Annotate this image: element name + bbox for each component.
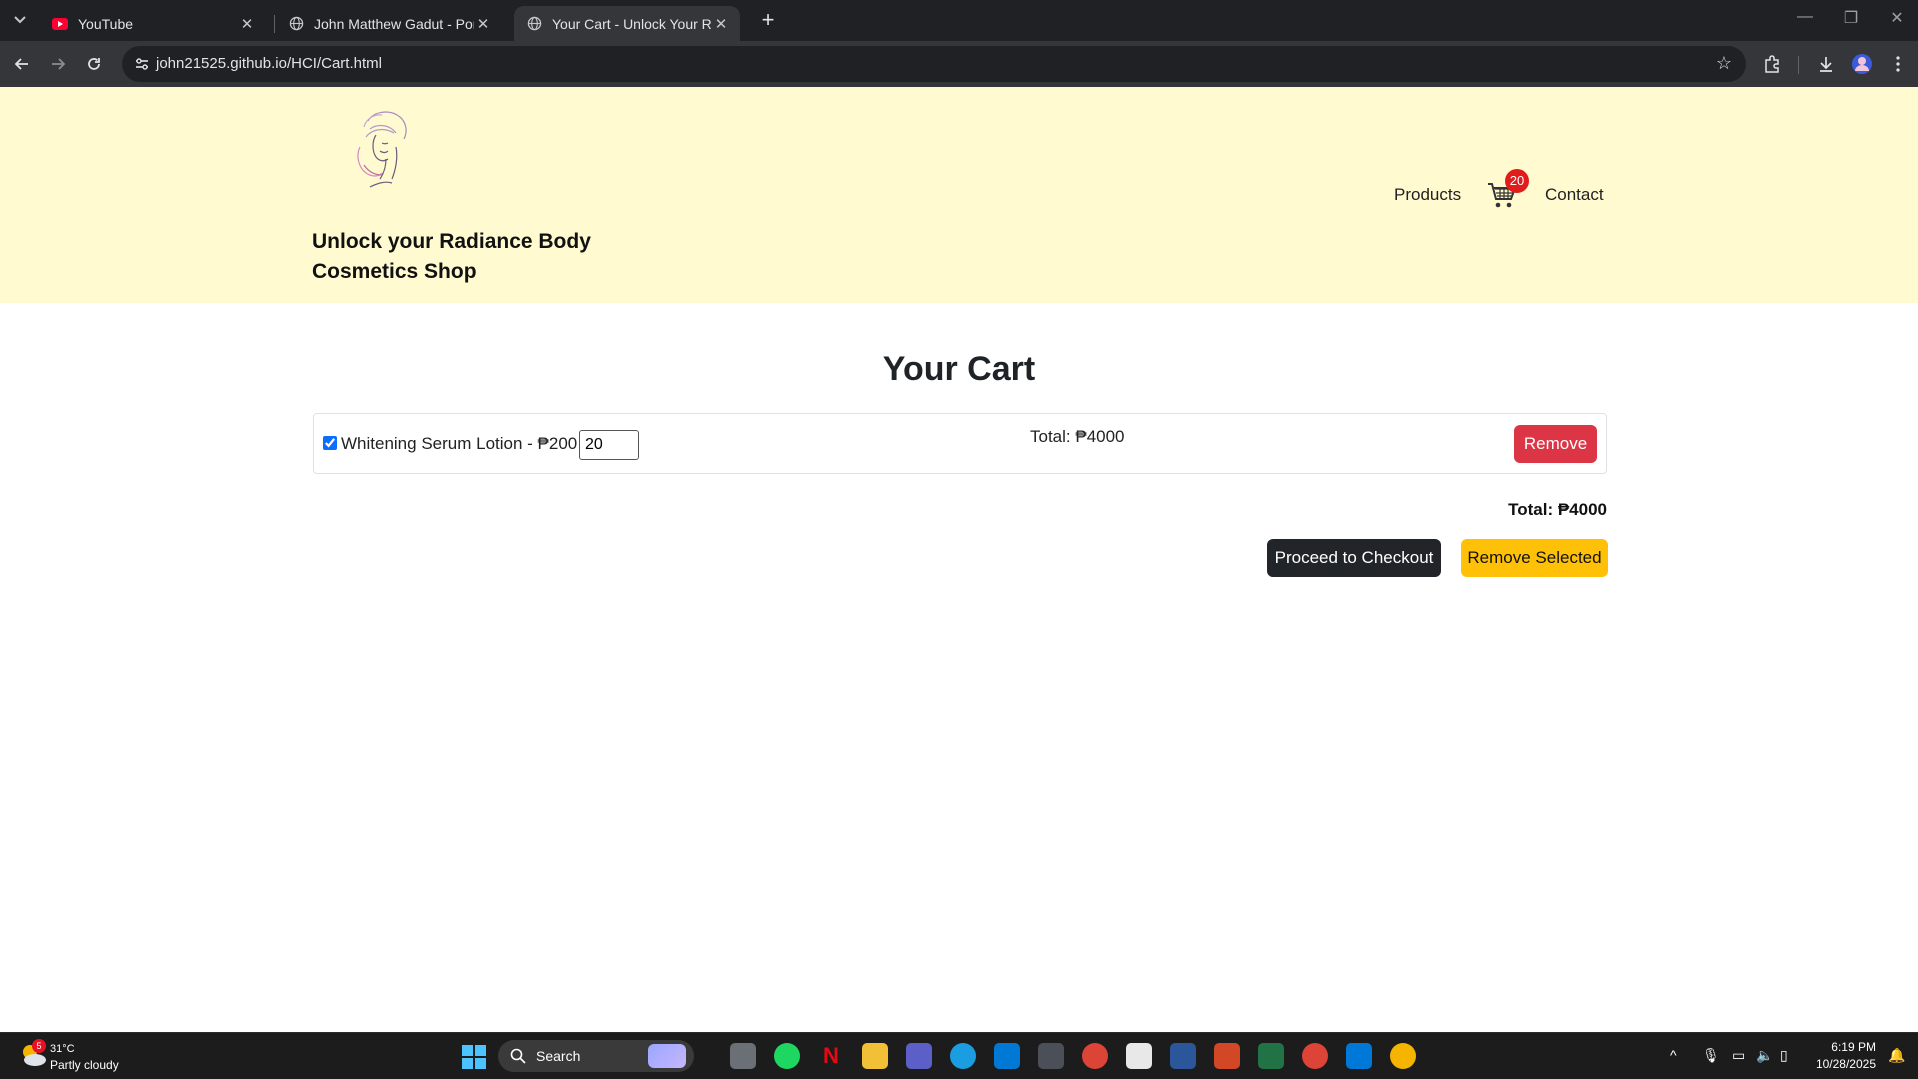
tab-title: YouTube [78,15,134,32]
spotify-icon[interactable] [774,1043,800,1069]
menu-kebab-icon[interactable] [1886,52,1910,76]
download-icon[interactable] [1814,52,1838,76]
item-total: Total: ₱4000 [1030,427,1125,446]
tab-title: John Matthew Gadut - Portfolio [314,15,474,32]
unity-hub-icon[interactable] [1038,1043,1064,1069]
close-icon[interactable]: ✕ [474,15,492,33]
url-text: john21525.github.io/HCI/Cart.html [156,55,382,72]
vscode-icon[interactable] [1346,1043,1372,1069]
tab-search-button[interactable] [8,8,32,32]
page-title: Your Cart [882,350,1036,388]
proceed-to-checkout-button[interactable]: Proceed to Checkout [1267,539,1441,577]
brand-name-line1: Unlock your Radiance Body [312,230,591,253]
chrome-alt-icon[interactable] [1390,1043,1416,1069]
reload-icon[interactable] [80,50,108,78]
brand-name-line2: Cosmetics Shop [312,260,477,283]
shop-logo [357,111,407,188]
clock-date[interactable]: 10/28/2025 [1816,1057,1876,1071]
globe-icon [288,16,304,32]
taskbar-search[interactable]: Search [498,1040,694,1072]
nav-link-products[interactable]: Products [1394,185,1461,205]
youtube-icon [52,16,68,32]
extensions-icon[interactable] [1760,52,1784,76]
quantity-input[interactable] [579,430,639,460]
bookmark-star-icon[interactable]: ☆ [1716,53,1732,74]
azure-data-studio-icon[interactable] [994,1043,1020,1069]
teams-icon[interactable] [906,1043,932,1069]
chrome-icon[interactable] [1082,1043,1108,1069]
forward-icon[interactable] [44,50,72,78]
edge-icon[interactable] [950,1043,976,1069]
close-icon[interactable]: ✕ [712,15,730,33]
weather-description: Partly cloudy [50,1058,119,1072]
clock-time[interactable]: 6:19 PM [1831,1040,1876,1054]
volume-icon[interactable]: 🔈 [1756,1047,1773,1064]
weather-temperature: 31°C [50,1043,75,1055]
remove-selected-button[interactable]: Remove Selected [1461,539,1608,577]
cart-grand-total: Total: ₱4000 [1508,500,1607,519]
microphone-icon[interactable]: 🎙 [1702,1047,1720,1064]
remove-item-button[interactable]: Remove [1514,425,1597,463]
tab-title: Your Cart - Unlock Your Radiance [552,15,712,32]
windows-taskbar: 5 31°C Partly cloudy Search N ^ 🎙 ▭ 🔈 ▯ … [0,1032,1918,1079]
cart-count-badge: 20 [1505,169,1529,193]
battery-icon[interactable]: ▯ [1780,1047,1788,1064]
excel-icon[interactable] [1258,1043,1284,1069]
tab-cart[interactable]: Your Cart - Unlock Your Radiance ✕ [514,6,740,41]
word-icon[interactable] [1170,1043,1196,1069]
profile-avatar[interactable] [1850,52,1874,76]
toolbar-divider [1798,56,1799,74]
cart-item: Whitening Serum Lotion - ₱200 x Total: ₱… [313,413,1607,474]
tab-youtube[interactable]: YouTube ✕ [40,6,266,41]
tab-portfolio[interactable]: John Matthew Gadut - Portfolio ✕ [276,6,502,41]
task-view-icon[interactable] [730,1043,756,1069]
item-description: Whitening Serum Lotion - ₱200 x [341,434,591,453]
globe-icon [526,16,542,32]
brand-name: Unlock your Radiance Body Cosmetics Shop [312,227,632,287]
notification-bell-icon[interactable]: 🔔 [1888,1047,1905,1064]
nav-link-contact[interactable]: Contact [1545,185,1604,205]
powerpoint-icon[interactable] [1214,1043,1240,1069]
item-select-checkbox[interactable] [323,436,337,450]
chrome-profile-icon[interactable] [1302,1043,1328,1069]
search-highlight-image [648,1044,686,1068]
network-icon[interactable]: ▭ [1732,1047,1745,1064]
netflix-icon[interactable]: N [818,1043,844,1069]
site-info-icon[interactable] [132,54,152,74]
microsoft-store-icon[interactable] [1126,1043,1152,1069]
site-header: Unlock your Radiance Body Cosmetics Shop… [0,87,1918,303]
browser-tab-strip: YouTube ✕ John Matthew Gadut - Portfolio… [0,0,1918,41]
chevron-down-icon [14,16,26,24]
chevron-up-icon[interactable]: ^ [1670,1047,1677,1063]
windows-start-icon[interactable] [462,1045,486,1069]
close-icon[interactable]: ✕ [238,15,256,33]
new-tab-button[interactable]: + [756,8,780,32]
close-window-icon[interactable]: ✕ [1882,8,1912,28]
restore-icon[interactable]: ❐ [1836,8,1866,28]
file-explorer-icon[interactable] [862,1043,888,1069]
minimize-icon[interactable]: — [1790,8,1820,26]
search-icon [510,1048,526,1064]
browser-toolbar: john21525.github.io/HCI/Cart.html ☆ [0,41,1918,87]
weather-alert-badge: 5 [32,1039,46,1053]
back-icon[interactable] [8,50,36,78]
address-bar[interactable]: john21525.github.io/HCI/Cart.html ☆ [122,46,1746,82]
tab-separator [274,15,275,33]
search-label: Search [536,1048,581,1064]
